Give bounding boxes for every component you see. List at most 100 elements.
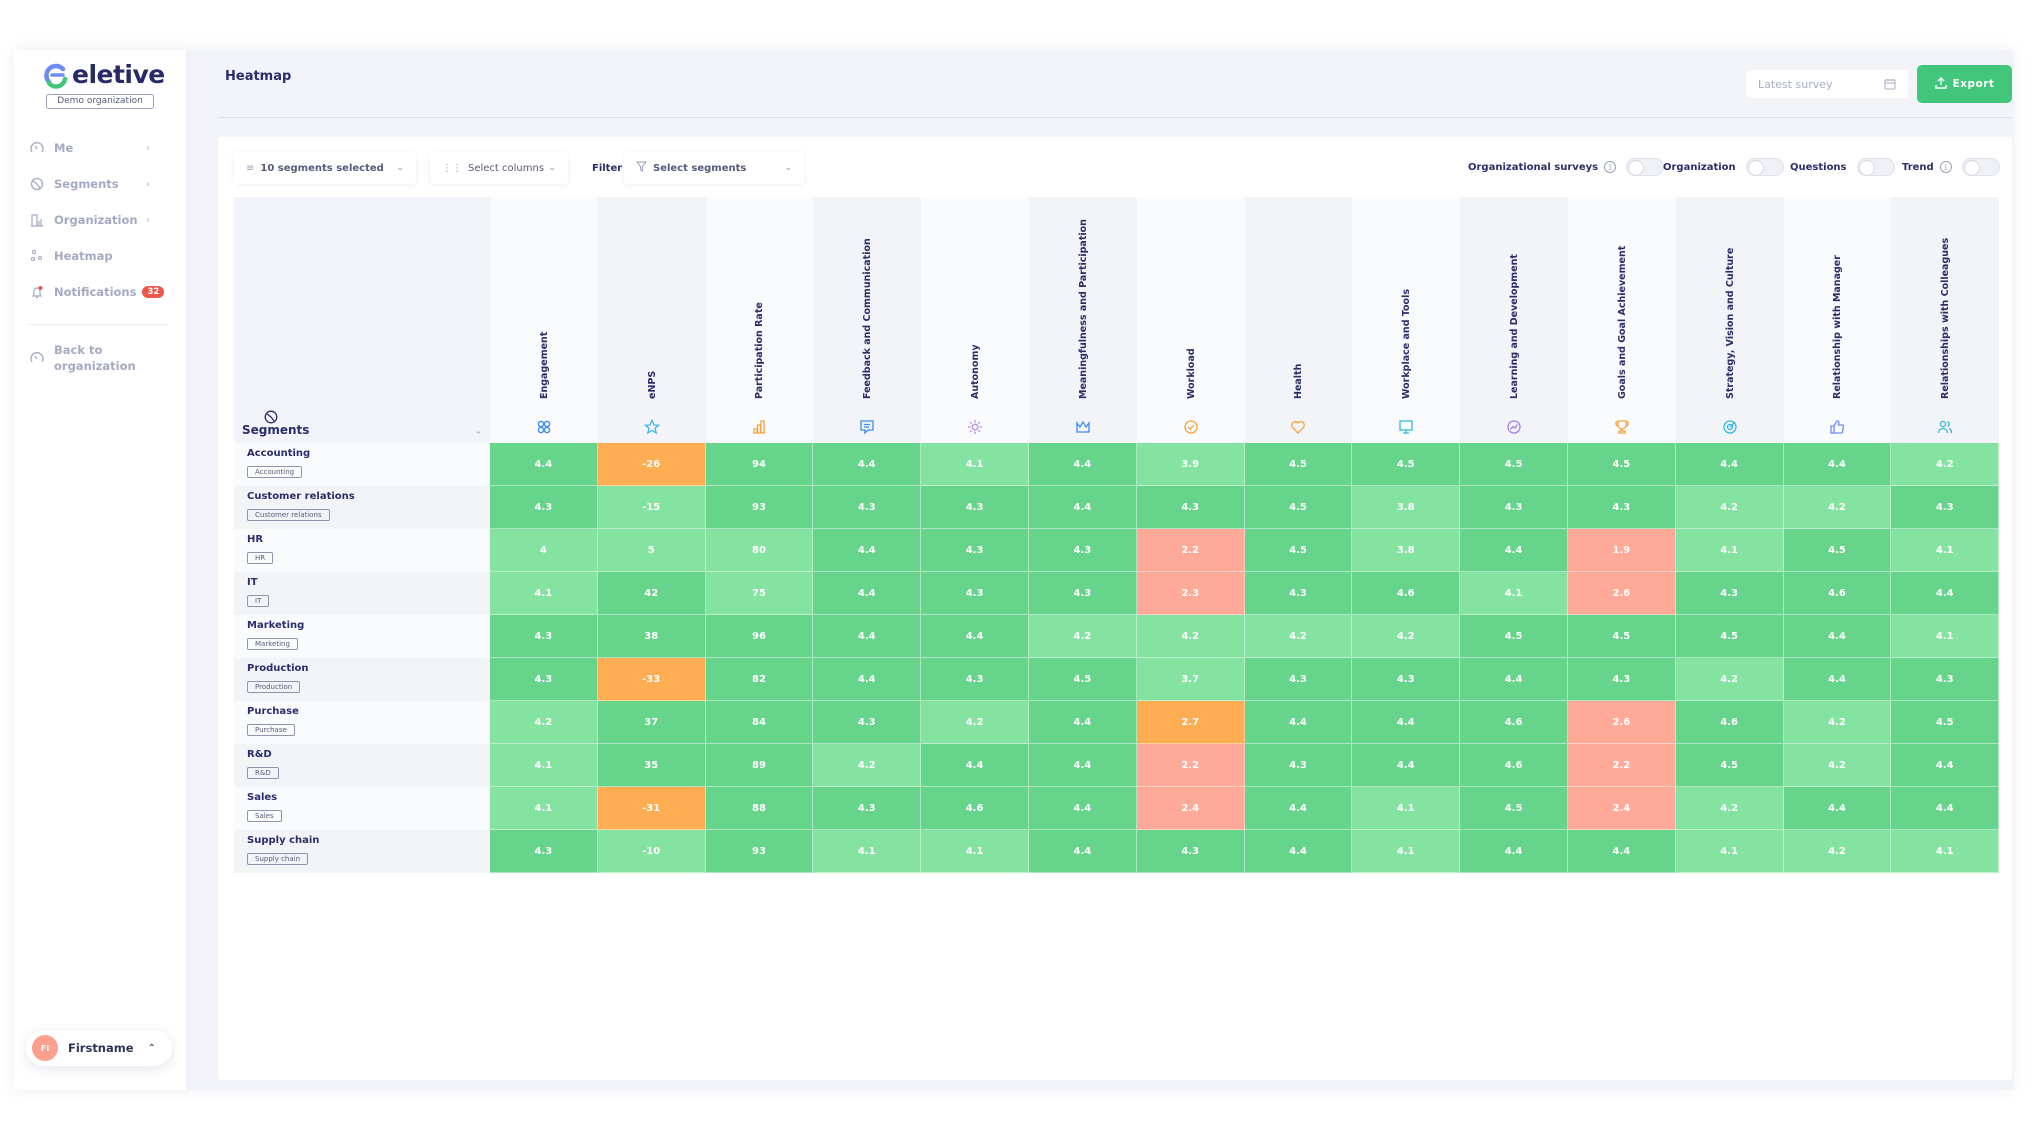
heatmap-cell[interactable]: -26 <box>597 443 706 486</box>
heatmap-cell[interactable]: 4.5 <box>1567 615 1676 658</box>
column-header-feedback-and-communication[interactable]: Feedback and Communication <box>813 197 922 443</box>
column-header-relationships-with-colleagues[interactable]: Relationships with Colleagues <box>1891 197 2000 443</box>
heatmap-cell[interactable]: 4.4 <box>1783 787 1892 830</box>
heatmap-cell[interactable]: 4.4 <box>1891 572 2000 615</box>
column-header-relationship-with-manager[interactable]: Relationship with Manager <box>1783 197 1892 443</box>
heatmap-cell[interactable]: 89 <box>705 744 814 787</box>
trend-switch[interactable] <box>1961 158 2000 176</box>
heatmap-cell[interactable]: 4.3 <box>490 615 598 658</box>
heatmap-cell[interactable]: 4.1 <box>1352 830 1461 873</box>
heatmap-cell[interactable]: 75 <box>705 572 814 615</box>
heatmap-cell[interactable]: 4.3 <box>1028 529 1137 572</box>
heatmap-cell[interactable]: 4.3 <box>1028 572 1137 615</box>
questions-switch[interactable] <box>1856 158 1895 176</box>
heatmap-cell[interactable]: 4.3 <box>921 529 1029 572</box>
heatmap-cell[interactable]: 4.6 <box>1460 701 1568 744</box>
heatmap-cell[interactable]: 4.5 <box>1675 744 1784 787</box>
heatmap-cell[interactable]: 4.2 <box>1783 744 1892 787</box>
heatmap-cell[interactable]: 93 <box>705 830 814 873</box>
back-to-organization-link[interactable]: Back to organization <box>30 342 136 374</box>
heatmap-cell[interactable]: 4.5 <box>1460 787 1568 830</box>
heatmap-cell[interactable]: 2.6 <box>1567 572 1676 615</box>
heatmap-cell[interactable]: 4.1 <box>490 744 598 787</box>
heatmap-cell[interactable]: 82 <box>705 658 814 701</box>
heatmap-cell[interactable]: 4.1 <box>490 572 598 615</box>
heatmap-cell[interactable]: 3.8 <box>1352 486 1461 529</box>
heatmap-cell[interactable]: 4.4 <box>1244 701 1353 744</box>
heatmap-cell[interactable]: 4.3 <box>490 658 598 701</box>
heatmap-cell[interactable]: 4.1 <box>1675 830 1784 873</box>
heatmap-cell[interactable]: 2.6 <box>1567 701 1676 744</box>
heatmap-cell[interactable]: 4.2 <box>1675 486 1784 529</box>
heatmap-cell[interactable]: -31 <box>597 787 706 830</box>
heatmap-cell[interactable]: 4.5 <box>1244 529 1353 572</box>
heatmap-cell[interactable]: 4.4 <box>1783 615 1892 658</box>
heatmap-cell[interactable]: 4.2 <box>1891 443 2000 486</box>
heatmap-cell[interactable]: 4.2 <box>1783 701 1892 744</box>
heatmap-cell[interactable]: 4.3 <box>813 701 922 744</box>
heatmap-cell[interactable]: 4.4 <box>1891 787 2000 830</box>
column-header-workload[interactable]: Workload <box>1136 197 1245 443</box>
heatmap-cell[interactable]: 5 <box>597 529 706 572</box>
heatmap-cell[interactable]: 4.3 <box>1244 572 1353 615</box>
heatmap-cell[interactable]: 4.3 <box>1244 744 1353 787</box>
sidebar-item-heatmap[interactable]: Heatmap <box>14 238 186 274</box>
heatmap-cell[interactable]: 3.7 <box>1136 658 1245 701</box>
heatmap-cell[interactable]: 4.2 <box>1675 787 1784 830</box>
heatmap-cell[interactable]: 93 <box>705 486 814 529</box>
heatmap-cell[interactable]: 4.1 <box>921 443 1029 486</box>
heatmap-cell[interactable]: 4.4 <box>921 615 1029 658</box>
heatmap-cell[interactable]: 4.5 <box>1783 529 1892 572</box>
heatmap-cell[interactable]: 4.3 <box>921 486 1029 529</box>
heatmap-cell[interactable]: 4.4 <box>1028 744 1137 787</box>
sidebar-item-notifications[interactable]: Notifications 32 <box>14 274 186 310</box>
heatmap-cell[interactable]: 4.3 <box>1352 658 1461 701</box>
heatmap-cell[interactable]: 4.1 <box>1352 787 1461 830</box>
heatmap-cell[interactable]: 4.4 <box>1244 787 1353 830</box>
heatmap-cell[interactable]: 4.3 <box>490 486 598 529</box>
heatmap-cell[interactable]: 4.5 <box>1244 443 1353 486</box>
heatmap-cell[interactable]: 1.9 <box>1567 529 1676 572</box>
column-header-workplace-and-tools[interactable]: Workplace and Tools <box>1352 197 1461 443</box>
column-header-meaningfulness-and-participation[interactable]: Meaningfulness and Participation <box>1028 197 1137 443</box>
heatmap-cell[interactable]: -15 <box>597 486 706 529</box>
segment-name[interactable]: Sales <box>247 792 490 803</box>
heatmap-cell[interactable]: 4.2 <box>1783 486 1892 529</box>
heatmap-cell[interactable]: 4.6 <box>1352 572 1461 615</box>
column-header-strategy-vision-and-culture[interactable]: Strategy, Vision and Culture <box>1675 197 1784 443</box>
heatmap-cell[interactable]: 4.3 <box>1567 486 1676 529</box>
heatmap-cell[interactable]: 88 <box>705 787 814 830</box>
heatmap-cell[interactable]: 4.2 <box>1028 615 1137 658</box>
heatmap-cell[interactable]: 37 <box>597 701 706 744</box>
heatmap-cell[interactable]: 42 <box>597 572 706 615</box>
heatmap-cell[interactable]: 2.2 <box>1567 744 1676 787</box>
logo[interactable]: eletive <box>44 60 165 89</box>
column-header-health[interactable]: Health <box>1244 197 1353 443</box>
heatmap-cell[interactable]: 4.4 <box>813 443 922 486</box>
sidebar-item-me[interactable]: Me › <box>14 130 186 166</box>
organization-switch[interactable] <box>1745 158 1784 176</box>
heatmap-cell[interactable]: -10 <box>597 830 706 873</box>
heatmap-cell[interactable]: 4.2 <box>490 701 598 744</box>
heatmap-cell[interactable]: 4.1 <box>1675 529 1784 572</box>
heatmap-cell[interactable]: 4.2 <box>1244 615 1353 658</box>
column-header-goals-and-goal-achievement[interactable]: Goals and Goal Achievement <box>1567 197 1676 443</box>
export-button[interactable]: Export <box>1917 65 2012 103</box>
heatmap-cell[interactable]: 4.4 <box>1783 443 1892 486</box>
segment-name[interactable]: Customer relations <box>247 491 490 502</box>
heatmap-cell[interactable]: 4.1 <box>1891 830 2000 873</box>
heatmap-cell[interactable]: 4.2 <box>1352 615 1461 658</box>
heatmap-cell[interactable]: 4.4 <box>1028 787 1137 830</box>
heatmap-cell[interactable]: 4.5 <box>1460 443 1568 486</box>
organizational-surveys-switch[interactable] <box>1626 158 1665 176</box>
column-header-autonomy[interactable]: Autonomy <box>921 197 1029 443</box>
heatmap-cell[interactable]: 2.2 <box>1136 744 1245 787</box>
heatmap-cell[interactable]: 4.6 <box>1783 572 1892 615</box>
heatmap-cell[interactable]: 4 <box>490 529 598 572</box>
sort-chevron-up-icon[interactable]: ⌃ <box>474 431 482 441</box>
heatmap-cell[interactable]: 4.4 <box>1028 701 1137 744</box>
heatmap-cell[interactable]: 38 <box>597 615 706 658</box>
heatmap-cell[interactable]: 4.3 <box>1891 486 2000 529</box>
heatmap-cell[interactable]: 4.3 <box>1244 658 1353 701</box>
user-menu[interactable]: FI Firstname ⌃ <box>26 1030 172 1066</box>
